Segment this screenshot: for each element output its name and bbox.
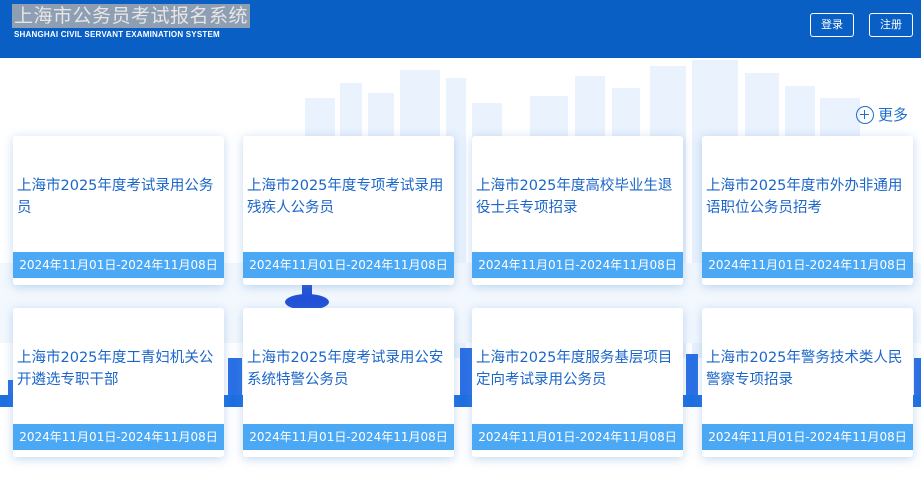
plus-circle-icon bbox=[856, 105, 874, 124]
notice-title[interactable]: 上海市2025年度专项考试录用残疾人公务员 bbox=[247, 175, 452, 219]
more-label: 更多 bbox=[878, 106, 909, 124]
notice-card[interactable]: 上海市2025年度工青妇机关公开遴选专职干部 2024年11月01日-2024年… bbox=[13, 308, 224, 457]
login-button[interactable]: 登录 bbox=[810, 13, 854, 37]
notice-date: 2024年11月01日-2024年11月08日 bbox=[702, 424, 913, 450]
notice-date: 2024年11月01日-2024年11月08日 bbox=[13, 252, 224, 278]
notice-card[interactable]: 上海市2025年警务技术类人民警察专项招录 2024年11月01日-2024年1… bbox=[702, 308, 913, 457]
notice-card[interactable]: 上海市2025年度服务基层项目定向考试录用公务员 2024年11月01日-202… bbox=[472, 308, 683, 457]
notice-card[interactable]: 上海市2025年度高校毕业生退役士兵专项招录 2024年11月01日-2024年… bbox=[472, 136, 683, 285]
notice-title[interactable]: 上海市2025年度考试录用公安系统特警公务员 bbox=[247, 347, 452, 391]
notice-card[interactable]: 上海市2025年度市外办非通用语职位公务员招考 2024年11月01日-2024… bbox=[702, 136, 913, 285]
notice-card[interactable]: 上海市2025年度考试录用公务员 2024年11月01日-2024年11月08日 bbox=[13, 136, 224, 285]
notice-date: 2024年11月01日-2024年11月08日 bbox=[472, 252, 683, 278]
more-link[interactable]: 更多 bbox=[856, 104, 908, 125]
notice-date: 2024年11月01日-2024年11月08日 bbox=[472, 424, 683, 450]
notice-title[interactable]: 上海市2025年度高校毕业生退役士兵专项招录 bbox=[476, 175, 681, 219]
top-header: 上海市公务员考试报名系统 SHANGHAI CIVIL SERVANT EXAM… bbox=[0, 0, 921, 58]
notice-card[interactable]: 上海市2025年度考试录用公安系统特警公务员 2024年11月01日-2024年… bbox=[243, 308, 454, 457]
register-button[interactable]: 注册 bbox=[869, 13, 913, 37]
notice-title[interactable]: 上海市2025年警务技术类人民警察专项招录 bbox=[706, 347, 911, 391]
notice-date: 2024年11月01日-2024年11月08日 bbox=[13, 424, 224, 450]
notice-title[interactable]: 上海市2025年度考试录用公务员 bbox=[17, 175, 222, 219]
notice-date: 2024年11月01日-2024年11月08日 bbox=[243, 424, 454, 450]
site-subtitle: SHANGHAI CIVIL SERVANT EXAMINATION SYSTE… bbox=[14, 30, 220, 39]
notice-date: 2024年11月01日-2024年11月08日 bbox=[702, 252, 913, 278]
site-title[interactable]: 上海市公务员考试报名系统 bbox=[12, 4, 251, 28]
notice-title[interactable]: 上海市2025年度服务基层项目定向考试录用公务员 bbox=[476, 347, 681, 391]
notice-title[interactable]: 上海市2025年度工青妇机关公开遴选专职干部 bbox=[17, 347, 222, 391]
skyline-background: 上海市2025年度考试录用公务员 2024年11月01日-2024年11月08日… bbox=[0, 58, 921, 497]
notice-card[interactable]: 上海市2025年度专项考试录用残疾人公务员 2024年11月01日-2024年1… bbox=[243, 136, 454, 285]
notice-title[interactable]: 上海市2025年度市外办非通用语职位公务员招考 bbox=[706, 175, 911, 219]
notice-date: 2024年11月01日-2024年11月08日 bbox=[243, 252, 454, 278]
